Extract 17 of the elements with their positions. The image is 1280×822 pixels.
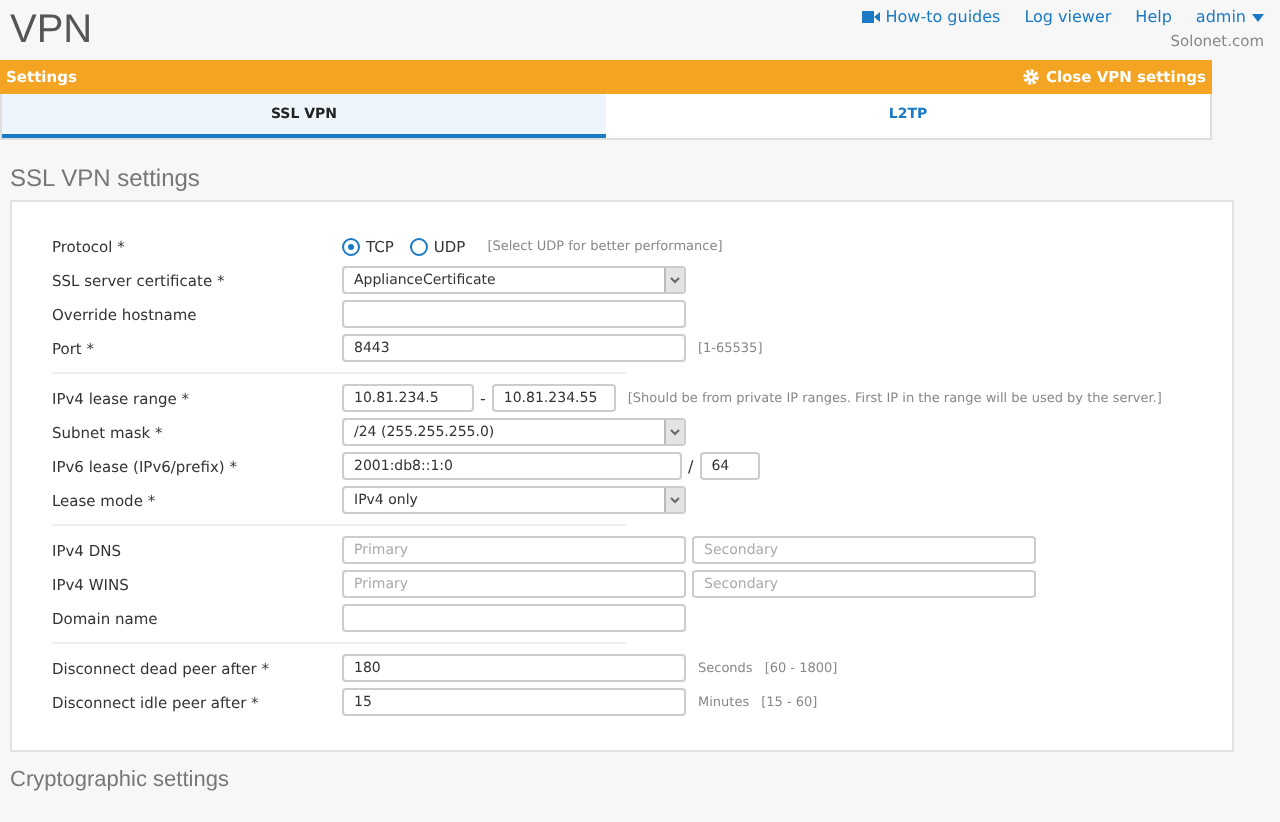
gear-icon xyxy=(1021,68,1040,86)
section-title: SSL VPN settings xyxy=(8,162,202,196)
header-link[interactable]: admin xyxy=(1195,8,1264,26)
text-field[interactable] xyxy=(342,300,686,328)
dropdown-icon xyxy=(664,268,684,292)
text-field[interactable] xyxy=(342,604,686,632)
separator-text: - xyxy=(480,389,486,407)
header-link[interactable]: Help xyxy=(1135,8,1172,26)
separator-text: / xyxy=(688,457,694,475)
dropdown-icon xyxy=(664,488,684,512)
header-link[interactable]: How-to guides xyxy=(861,8,1001,26)
section-title: Cryptographic settings xyxy=(8,766,231,792)
dropdown-icon xyxy=(664,420,684,444)
caret-icon xyxy=(1252,13,1264,21)
header-link[interactable]: Log viewer xyxy=(1024,8,1112,26)
page-title: VPN xyxy=(10,6,93,56)
video-icon xyxy=(861,10,880,24)
